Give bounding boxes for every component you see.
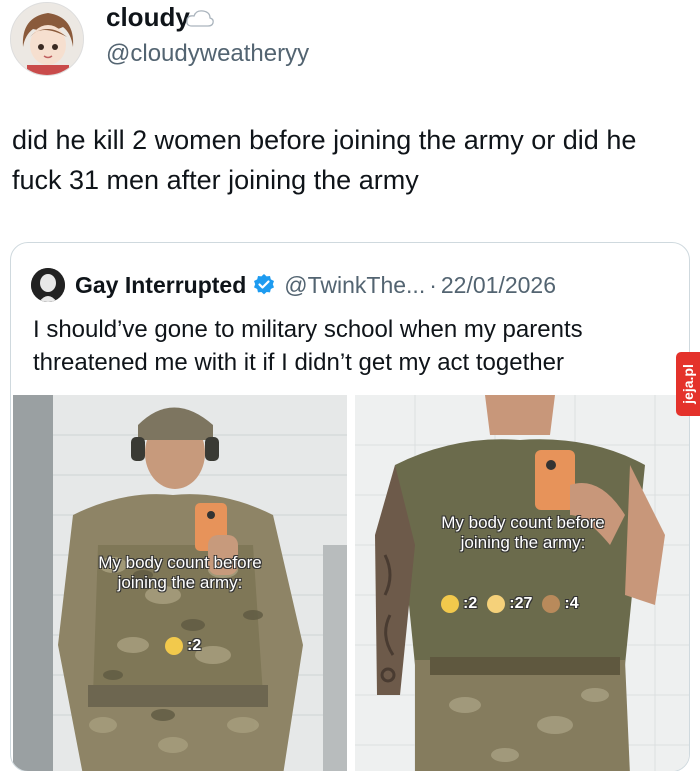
count-value: :2 [463, 595, 478, 612]
man-emoji-icon [487, 595, 506, 613]
count-value: :27 [509, 595, 533, 612]
separator-dot: · [429, 271, 437, 298]
tweet-text: did he kill 2 women before joining the a… [12, 125, 637, 195]
bearded-man-emoji-icon [542, 595, 561, 613]
count-value: :2 [187, 637, 202, 654]
quoted-header: Gay Interrupted @TwinkThe... · 22/01/202… [31, 267, 556, 303]
verified-badge-icon [254, 274, 275, 295]
quoted-avatar[interactable] [31, 268, 65, 302]
display-name[interactable]: cloudy [106, 2, 190, 33]
quoted-text: I should’ve gone to military school when… [33, 316, 583, 376]
watermark-text: jeja.pl [680, 364, 696, 404]
quoted-handle[interactable]: @TwinkThe... [284, 272, 425, 299]
left-counts: :2 [165, 637, 201, 655]
quoted-display-name[interactable]: Gay Interrupted [75, 272, 246, 299]
photo-man-tshirt[interactable]: My body count before joining the army: :… [355, 395, 689, 771]
quoted-date[interactable]: 22/01/2026 [441, 272, 556, 299]
avatar[interactable] [10, 2, 84, 76]
photo-soldier-uniform[interactable]: My body count before joining the army: :… [13, 395, 347, 771]
watermark-logo: jeja.pl [676, 352, 700, 416]
quoted-tweet[interactable]: Gay Interrupted @TwinkThe... · 22/01/202… [10, 242, 690, 771]
woman-emoji-icon [441, 595, 459, 613]
post-header: cloudy @cloudyweatheryy [0, 0, 700, 80]
left-caption: My body count before joining the army: [98, 553, 262, 592]
right-counts: :2 :27 :4 [441, 595, 579, 613]
user-handle[interactable]: @cloudyweatheryy [106, 40, 309, 68]
right-caption: My body count before joining the army: [441, 513, 605, 552]
cloud-icon [186, 10, 214, 27]
woman-emoji-icon [165, 637, 183, 655]
count-value: :4 [564, 595, 579, 612]
